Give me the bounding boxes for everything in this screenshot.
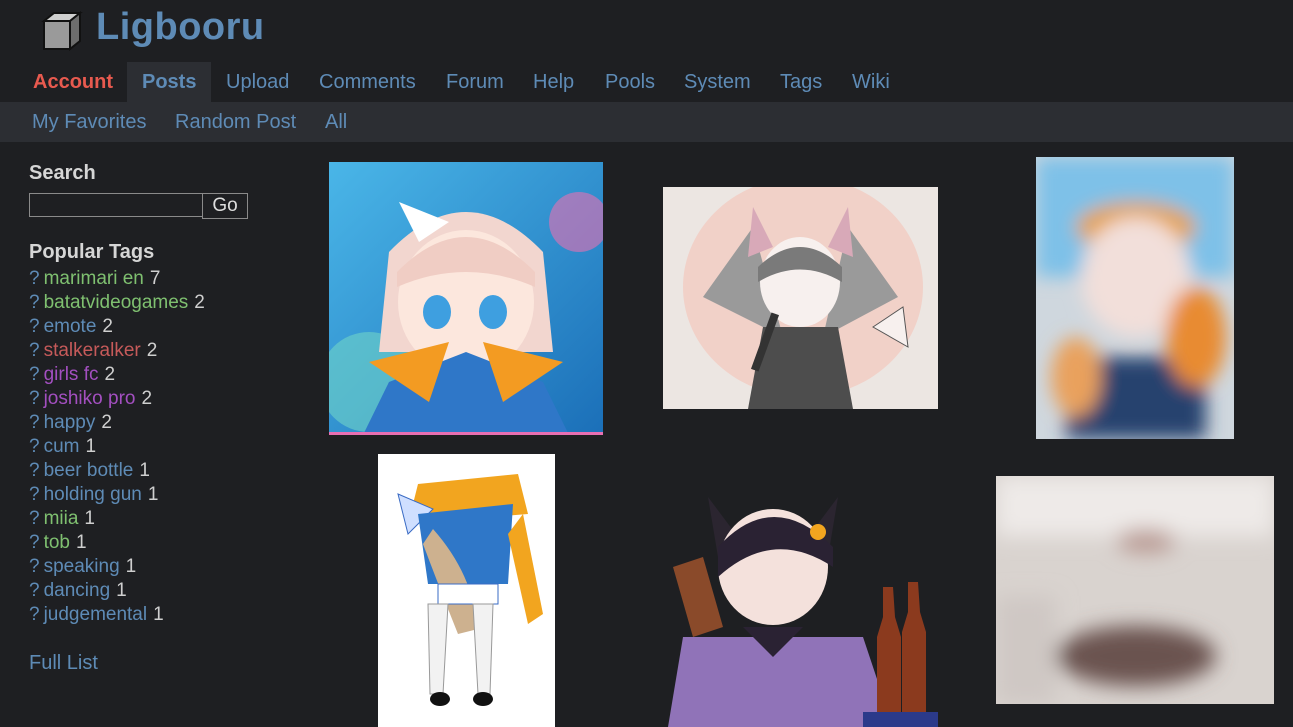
nav-forum[interactable]: Forum (431, 62, 519, 102)
tag-name-link[interactable]: happy (44, 412, 96, 433)
tag-name-link[interactable]: marimari en (44, 268, 144, 289)
tag-name-link[interactable]: beer bottle (44, 460, 134, 481)
tag-help-link[interactable]: ? (29, 580, 40, 601)
tag-count: 2 (102, 316, 113, 337)
tag-name-link[interactable]: dancing (44, 580, 111, 601)
tag-count: 1 (139, 460, 150, 481)
tag-count: 1 (84, 508, 95, 529)
tag-help-link[interactable]: ? (29, 268, 40, 289)
tag-help-link[interactable]: ? (29, 532, 40, 553)
site-title[interactable]: Ligbooru (96, 6, 265, 49)
nav-comments[interactable]: Comments (304, 62, 431, 102)
tag-count: 2 (101, 412, 112, 433)
post-thumbnail[interactable] (329, 162, 603, 435)
tag-list-item: ? marimari en 7 (29, 267, 205, 291)
tag-list-item: ? tob 1 (29, 531, 205, 555)
tag-help-link[interactable]: ? (29, 292, 40, 313)
full-list-link[interactable]: Full List (29, 652, 98, 675)
tag-count: 2 (194, 292, 205, 313)
popular-tags-title: Popular Tags (29, 241, 155, 263)
tag-count: 1 (153, 604, 164, 625)
nav-account[interactable]: Account (18, 62, 128, 102)
tag-help-link[interactable]: ? (29, 460, 40, 481)
post-thumbnail[interactable] (663, 187, 938, 409)
tag-list-item: ? happy 2 (29, 411, 205, 435)
go-button[interactable]: Go (202, 193, 248, 219)
tag-help-link[interactable]: ? (29, 508, 40, 529)
main-nav: Account Posts Upload Comments Forum Help… (0, 62, 1293, 102)
tag-count: 2 (141, 388, 153, 409)
tag-name-link[interactable]: speaking (44, 556, 120, 577)
tag-help-link[interactable]: ? (29, 604, 40, 625)
thumbnail-image (329, 162, 603, 435)
post-thumbnail[interactable] (663, 487, 938, 727)
subnav-random-post[interactable]: Random Post (175, 102, 296, 142)
tag-name-link[interactable]: holding gun (44, 484, 142, 505)
tag-count: 1 (116, 580, 127, 601)
tag-count: 1 (125, 556, 137, 577)
tag-list-item: ? stalkeralker 2 (29, 339, 205, 363)
tag-name-link[interactable]: stalkeralker (44, 340, 141, 361)
tag-help-link[interactable]: ? (29, 556, 40, 577)
tag-list-item: ? judgemental 1 (29, 603, 205, 627)
tag-name-link[interactable]: emote (44, 316, 97, 337)
nav-tags[interactable]: Tags (765, 62, 837, 102)
cube-icon[interactable] (40, 10, 84, 52)
tag-list-item: ? girls fc 2 (29, 363, 205, 387)
subnav-my-favorites[interactable]: My Favorites (32, 102, 146, 142)
nav-upload[interactable]: Upload (211, 62, 304, 102)
tag-list-item: ? beer bottle 1 (29, 459, 205, 483)
post-thumbnail-blurred[interactable] (1036, 157, 1234, 439)
tag-help-link[interactable]: ? (29, 364, 40, 385)
nav-system[interactable]: System (669, 62, 766, 102)
post-thumbnail[interactable] (378, 454, 555, 727)
tag-count: 1 (147, 484, 159, 505)
search-form: Go (29, 193, 249, 219)
tag-count: 2 (104, 364, 116, 385)
tag-list-item: ? batatvideogames 2 (29, 291, 205, 315)
nav-wiki[interactable]: Wiki (837, 62, 905, 102)
sub-nav: My Favorites Random Post All (0, 102, 1293, 142)
nav-posts[interactable]: Posts (127, 62, 212, 102)
tag-name-link[interactable]: tob (44, 532, 70, 553)
thumbnail-image (378, 454, 555, 727)
tag-name-link[interactable]: miia (44, 508, 79, 529)
thumbnail-image (1036, 157, 1234, 439)
tag-name-link[interactable]: joshiko pro (44, 388, 136, 409)
subnav-all[interactable]: All (325, 102, 347, 142)
tag-help-link[interactable]: ? (29, 412, 40, 433)
tag-help-link[interactable]: ? (29, 388, 40, 409)
search-input[interactable] (29, 193, 205, 217)
tag-count: 2 (146, 340, 158, 361)
tag-help-link[interactable]: ? (29, 316, 40, 337)
tag-list-item: ? speaking 1 (29, 555, 205, 579)
thumbnail-image (996, 476, 1274, 704)
tag-list-item: ? holding gun 1 (29, 483, 205, 507)
tag-list-item: ? miia 1 (29, 507, 205, 531)
tag-count: 1 (85, 436, 97, 457)
tag-help-link[interactable]: ? (29, 436, 40, 457)
nav-pools[interactable]: Pools (590, 62, 670, 102)
post-thumbnail-blurred[interactable] (996, 476, 1274, 704)
tag-help-link[interactable]: ? (29, 340, 40, 361)
tag-count: 1 (76, 532, 87, 553)
thumbnail-image (663, 187, 938, 409)
tag-help-link[interactable]: ? (29, 484, 40, 505)
tag-name-link[interactable]: judgemental (44, 604, 148, 625)
thumbnail-image (663, 487, 938, 727)
popular-tags-list: ? marimari en 7? batatvideogames 2? emote 2? st… (29, 267, 205, 627)
tag-list-item: ? emote 2 (29, 315, 205, 339)
search-title: Search (29, 162, 96, 184)
tag-list-item: ? joshiko pro 2 (29, 387, 205, 411)
tag-name-link[interactable]: cum (44, 436, 80, 457)
tag-list-item: ? cum 1 (29, 435, 205, 459)
nav-help[interactable]: Help (518, 62, 589, 102)
tag-name-link[interactable]: girls fc (44, 364, 99, 385)
sidebar: Search Go Popular Tags ? marimari en 7? bat… (29, 162, 309, 674)
tag-name-link[interactable]: batatvideogames (44, 292, 189, 313)
site-header: Ligbooru (0, 0, 1293, 62)
tag-list-item: ? dancing 1 (29, 579, 205, 603)
tag-count: 7 (149, 268, 161, 289)
